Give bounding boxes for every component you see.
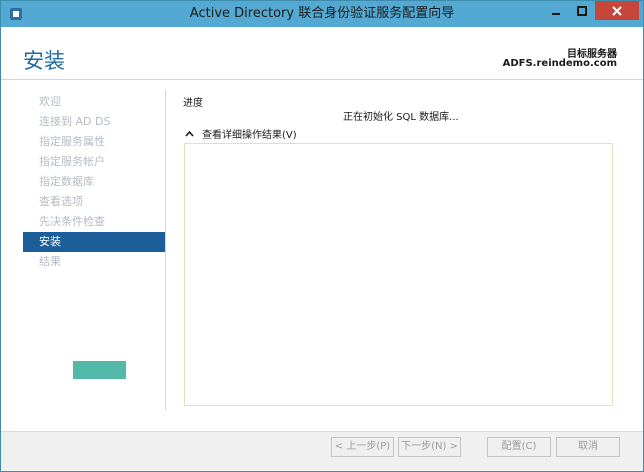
nav-step-service-properties[interactable]: 指定服务属性: [23, 132, 166, 152]
previous-button[interactable]: < 上一步(P): [331, 437, 394, 457]
close-icon: [612, 5, 622, 16]
nav-step-install[interactable]: 安装: [23, 232, 166, 252]
page-header: 安装 目标服务器 ADFS.reindemo.com: [1, 27, 643, 80]
close-button[interactable]: [595, 1, 639, 20]
nav-step-review-options[interactable]: 查看选项: [23, 192, 166, 212]
nav-step-service-account[interactable]: 指定服务帐户: [23, 152, 166, 172]
nav-step-connect-ad-ds[interactable]: 连接到 AD DS: [23, 112, 166, 132]
minimize-button[interactable]: [543, 1, 569, 20]
view-details-toggle[interactable]: 查看详细操作结果(V): [185, 126, 297, 141]
nav-step-prerequisites[interactable]: 先决条件检查: [23, 212, 166, 232]
chevron-up-icon: [185, 129, 197, 139]
cancel-button[interactable]: 取消: [556, 437, 620, 457]
window-controls: [543, 1, 639, 21]
configure-button[interactable]: 配置(C): [487, 437, 551, 457]
next-button[interactable]: 下一步(N) >: [398, 437, 461, 457]
view-details-label: 查看详细操作结果(V): [202, 130, 297, 141]
maximize-button[interactable]: [569, 1, 595, 20]
status-text: 正在初始化 SQL 数据库...: [343, 112, 459, 123]
operation-details-panel[interactable]: [184, 143, 613, 406]
nav-divider: [165, 90, 166, 410]
nav-step-results[interactable]: 结果: [23, 252, 166, 272]
nav-step-database[interactable]: 指定数据库: [23, 172, 166, 192]
maximize-icon: [577, 5, 587, 16]
step-navigation: 欢迎 连接到 AD DS 指定服务属性 指定服务帐户 指定数据库 查看选项 先决…: [23, 92, 166, 272]
nav-placeholder-block: [73, 361, 126, 379]
progress-label: 进度: [183, 98, 203, 109]
wizard-window: Active Directory 联合身份验证服务配置向导 安装 目标服务器 A…: [0, 0, 644, 472]
wizard-body: 欢迎 连接到 AD DS 指定服务属性 指定服务帐户 指定数据库 查看选项 先决…: [1, 80, 643, 431]
wizard-footer: < 上一步(P) 下一步(N) > 配置(C) 取消: [1, 431, 643, 471]
target-server-value: ADFS.reindemo.com: [502, 58, 617, 69]
title-bar[interactable]: Active Directory 联合身份验证服务配置向导: [1, 1, 643, 27]
nav-step-welcome[interactable]: 欢迎: [23, 92, 166, 112]
page-title: 安装: [23, 49, 65, 73]
minimize-icon: [552, 12, 560, 15]
